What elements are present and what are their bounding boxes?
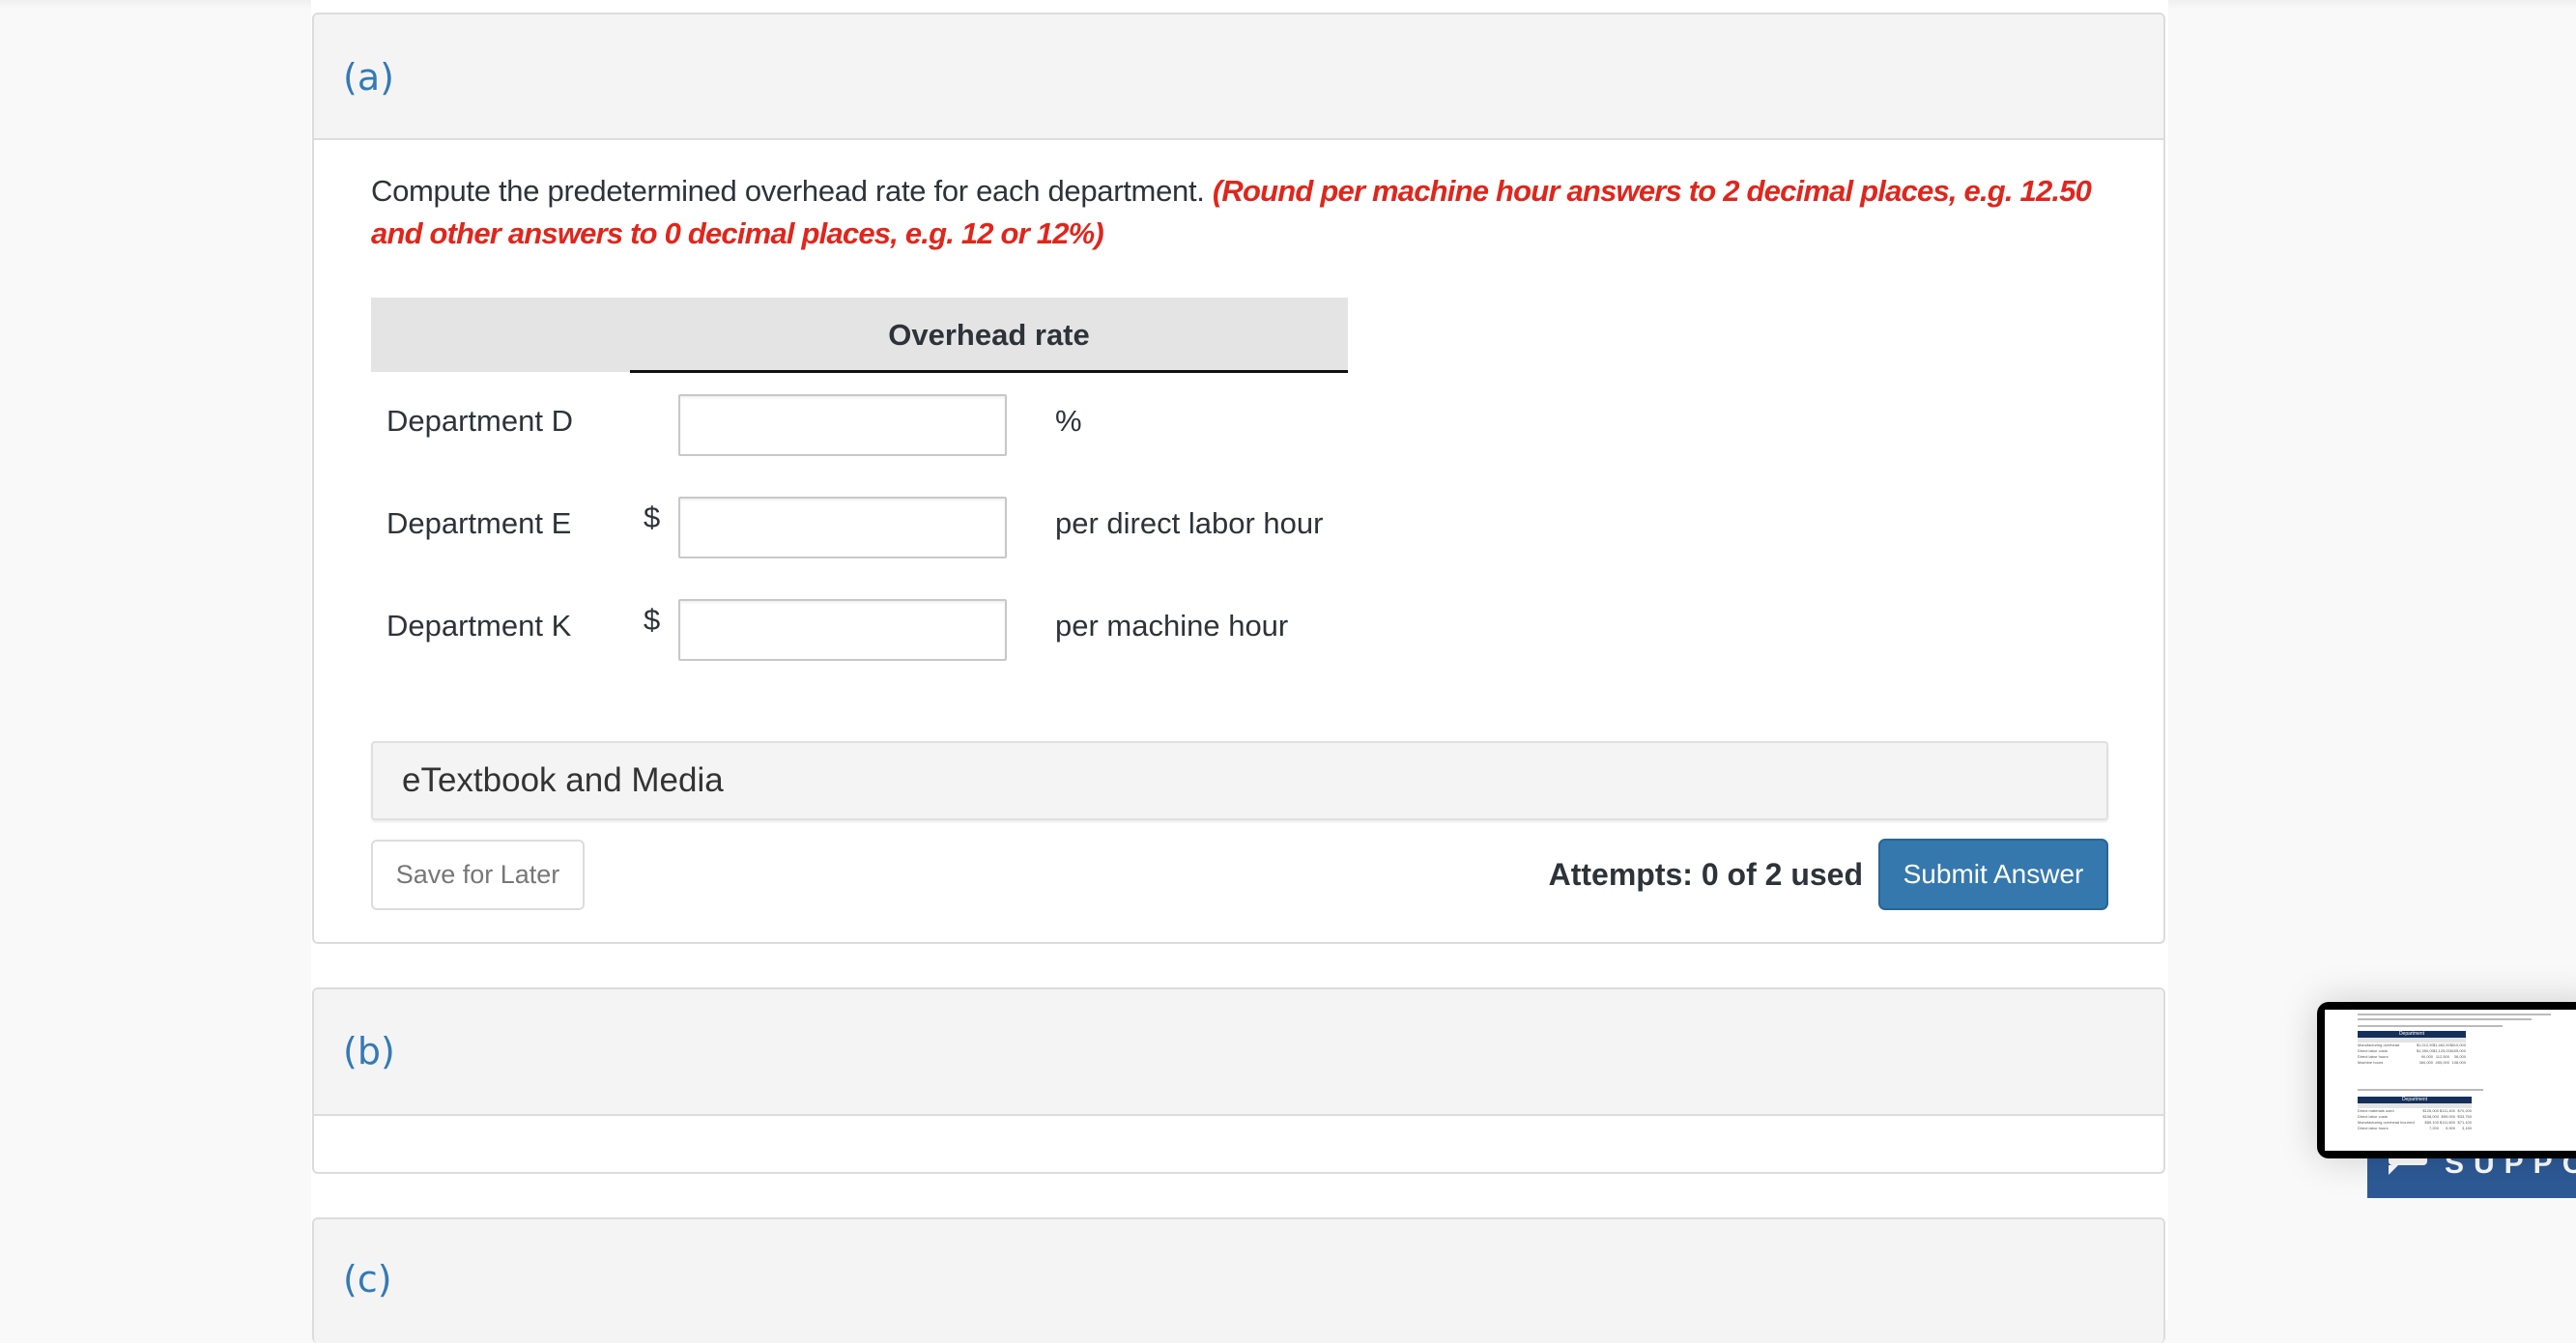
cell: 3,150 — [2461, 1126, 2472, 1130]
question-instruction: Compute the predetermined overhead rate … — [371, 170, 2110, 255]
part-a-header[interactable]: (a) — [314, 14, 2163, 140]
department-k-rate-input[interactable] — [678, 599, 1007, 661]
row-label-department-k: Department K — [386, 609, 572, 643]
submit-answer-button[interactable]: Submit Answer — [1878, 839, 2108, 910]
etextbook-media-toggle[interactable]: eTextbook and Media — [371, 741, 2108, 820]
department-k-dollar-sign: $ — [644, 603, 661, 637]
department-k-unit: per machine hour — [1055, 609, 1289, 643]
part-a-label: (a) — [343, 56, 394, 99]
etextbook-media-label: eTextbook and Media — [402, 761, 724, 799]
save-for-later-button[interactable]: Save for Later — [371, 840, 585, 910]
question-preview-thumbnail[interactable]: Department Manufacturing overhead $1,012,… — [2317, 1002, 2576, 1158]
row-label-department-d: Department D — [386, 404, 573, 438]
part-b-header[interactable]: (b) — [314, 989, 2163, 1116]
instruction-text: Compute the predetermined overhead rate … — [371, 174, 1213, 208]
row-label-department-e: Department E — [386, 506, 572, 540]
department-d-rate-input[interactable] — [678, 394, 1007, 456]
part-c-card: (c) — [312, 1217, 2165, 1343]
part-c-header[interactable]: (c) — [314, 1219, 2163, 1343]
preview-table-row: Direct labor hours 7,200 9,900 3,150 — [2358, 1126, 2472, 1131]
preview-text-line — [2358, 1014, 2551, 1015]
department-e-dollar-sign: $ — [644, 500, 661, 534]
header-underline — [630, 370, 1348, 373]
preview-table-row: Machine hours 360,000 450,000 108,000 — [2358, 1060, 2466, 1066]
part-b-label: (b) — [343, 1030, 395, 1072]
preview-text-line — [2358, 1089, 2483, 1091]
cell: Direct labor hours — [2358, 1126, 2389, 1130]
part-c-label: (c) — [343, 1258, 392, 1300]
department-e-rate-input[interactable] — [678, 497, 1007, 558]
chat-bubble-tail-icon — [2389, 1165, 2398, 1175]
preview-text-line — [2358, 1018, 2532, 1020]
cell: Machine hours — [2358, 1060, 2384, 1065]
cell: 7,200 — [2428, 1126, 2439, 1130]
preview-table-estimates: Department Manufacturing overhead $1,012,… — [2358, 1031, 2466, 1066]
preview-table-header: Department — [2358, 1097, 2472, 1103]
cell: 9,900 — [2445, 1126, 2455, 1130]
preview-table-header: Department — [2358, 1031, 2466, 1038]
preview-text-line — [2358, 1025, 2503, 1027]
department-e-unit: per direct labor hour — [1055, 506, 1324, 540]
preview-table-january: Department Direct materials used $126,000… — [2358, 1097, 2472, 1131]
department-d-unit: % — [1055, 404, 1082, 438]
part-b-card: (b) — [312, 987, 2165, 1174]
cell: 108,000 — [2451, 1060, 2466, 1065]
overhead-rate-column-header: Overhead rate — [888, 318, 1090, 352]
preview-screen: Department Manufacturing overhead $1,012,… — [2325, 1010, 2576, 1151]
cell: 360,000 — [2419, 1060, 2433, 1065]
attempts-counter: Attempts: 0 of 2 used — [1548, 857, 1863, 892]
cell: 450,000 — [2435, 1060, 2449, 1065]
